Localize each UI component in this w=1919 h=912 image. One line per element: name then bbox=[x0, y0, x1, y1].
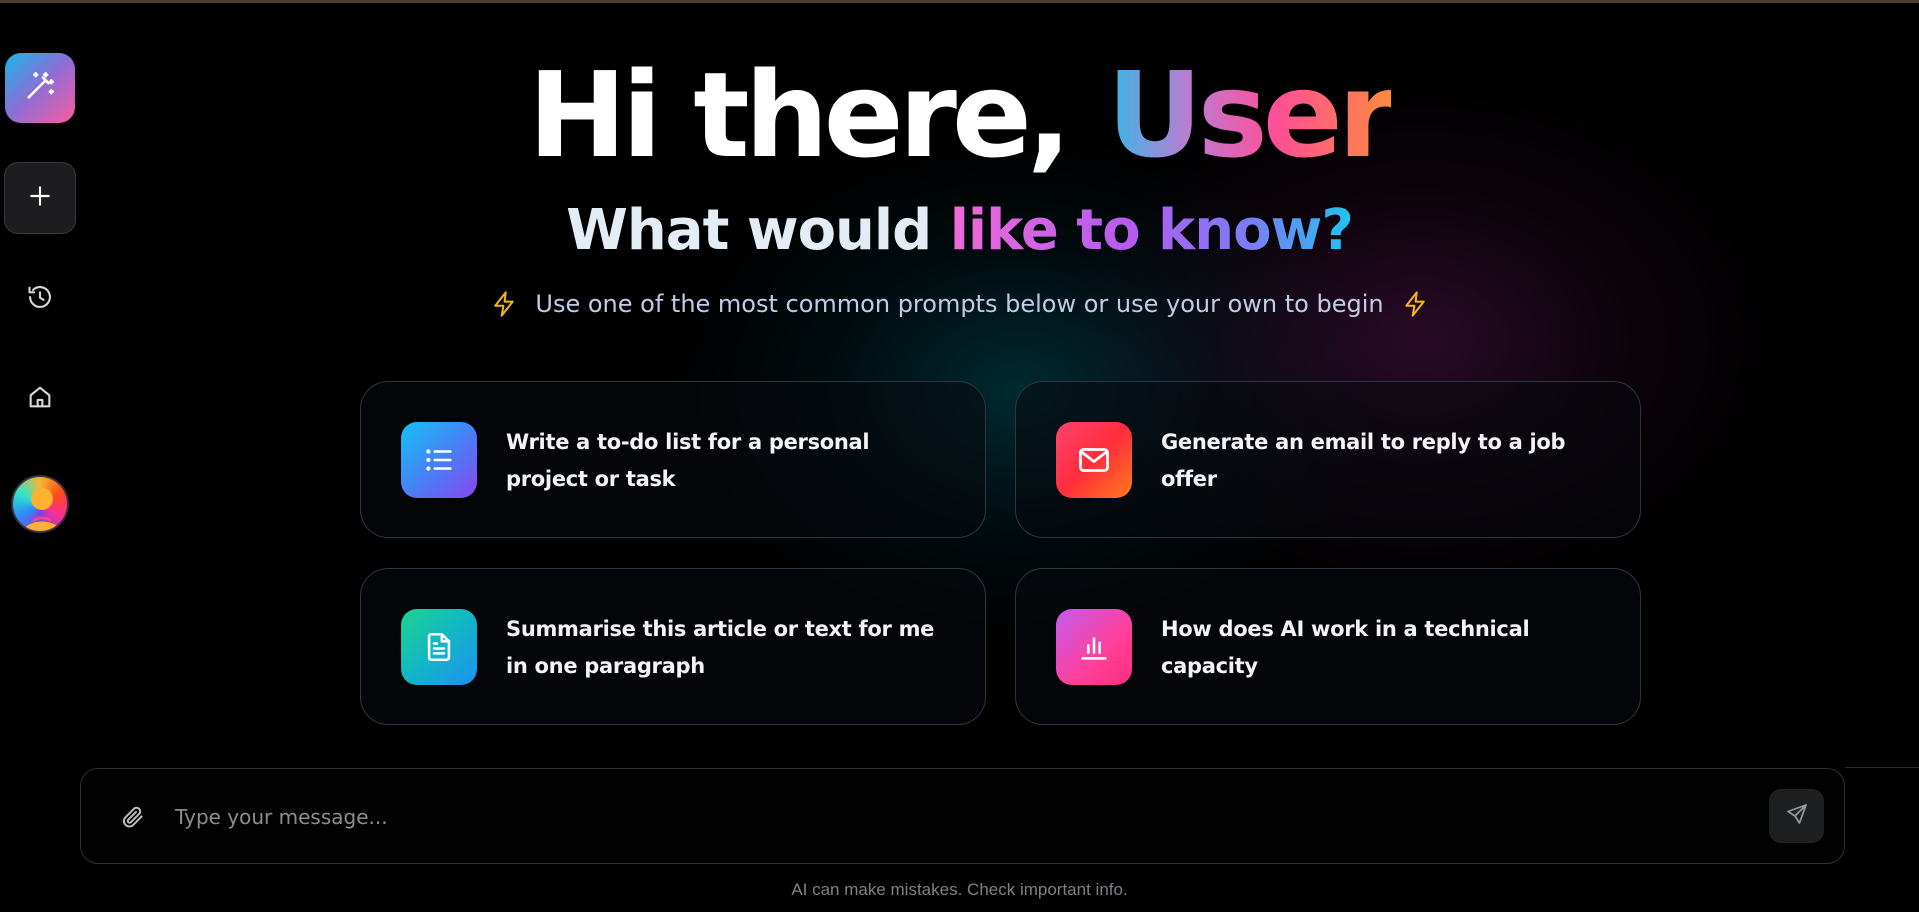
hint-row: Use one of the most common prompts below… bbox=[0, 286, 1919, 322]
question-heading: What would like to know? bbox=[0, 196, 1919, 266]
bar-chart-icon bbox=[1056, 609, 1132, 685]
send-button[interactable] bbox=[1769, 789, 1824, 843]
prompt-card-text: Summarise this article or text for me in… bbox=[506, 617, 935, 678]
disclaimer-text: AI can make mistakes. Check important in… bbox=[791, 880, 1128, 899]
home-icon bbox=[26, 383, 54, 415]
lightning-icon bbox=[1398, 287, 1432, 321]
prompt-card-summarise[interactable]: Summarise this article or text for me in… bbox=[360, 568, 986, 725]
greeting-heading: Hi there, User bbox=[0, 45, 1919, 185]
user-silhouette-icon bbox=[23, 488, 61, 531]
window-top-border bbox=[0, 0, 1919, 3]
list-icon bbox=[401, 422, 477, 498]
send-icon bbox=[1785, 802, 1809, 830]
greeting-text: Hi there, bbox=[527, 46, 1072, 184]
document-icon bbox=[401, 609, 477, 685]
paperclip-icon[interactable] bbox=[115, 799, 151, 835]
lightning-icon bbox=[487, 287, 521, 321]
message-input[interactable] bbox=[175, 795, 1715, 839]
prompt-card-text: Write a to-do list for a personal projec… bbox=[506, 430, 870, 491]
question-accent-text: like to know? bbox=[949, 198, 1354, 263]
message-composer bbox=[80, 768, 1845, 864]
user-name: User bbox=[1106, 46, 1396, 184]
question-plain-text: What would bbox=[566, 198, 932, 263]
hint-text: Use one of the most common prompts below… bbox=[535, 290, 1384, 318]
prompt-card-text: Generate an email to reply to a job offe… bbox=[1161, 430, 1566, 491]
app-root: Hi there, User What would like to know? U… bbox=[0, 0, 1919, 912]
prompt-card-email[interactable]: Generate an email to reply to a job offe… bbox=[1015, 381, 1641, 538]
home-button[interactable] bbox=[20, 379, 60, 419]
prompt-card-todo[interactable]: Write a to-do list for a personal projec… bbox=[360, 381, 986, 538]
divider bbox=[1845, 767, 1919, 768]
prompt-card-text: How does AI work in a technical capacity bbox=[1161, 617, 1530, 678]
prompt-card-ai[interactable]: How does AI work in a technical capacity bbox=[1015, 568, 1641, 725]
avatar[interactable] bbox=[11, 475, 69, 533]
mail-icon bbox=[1056, 422, 1132, 498]
